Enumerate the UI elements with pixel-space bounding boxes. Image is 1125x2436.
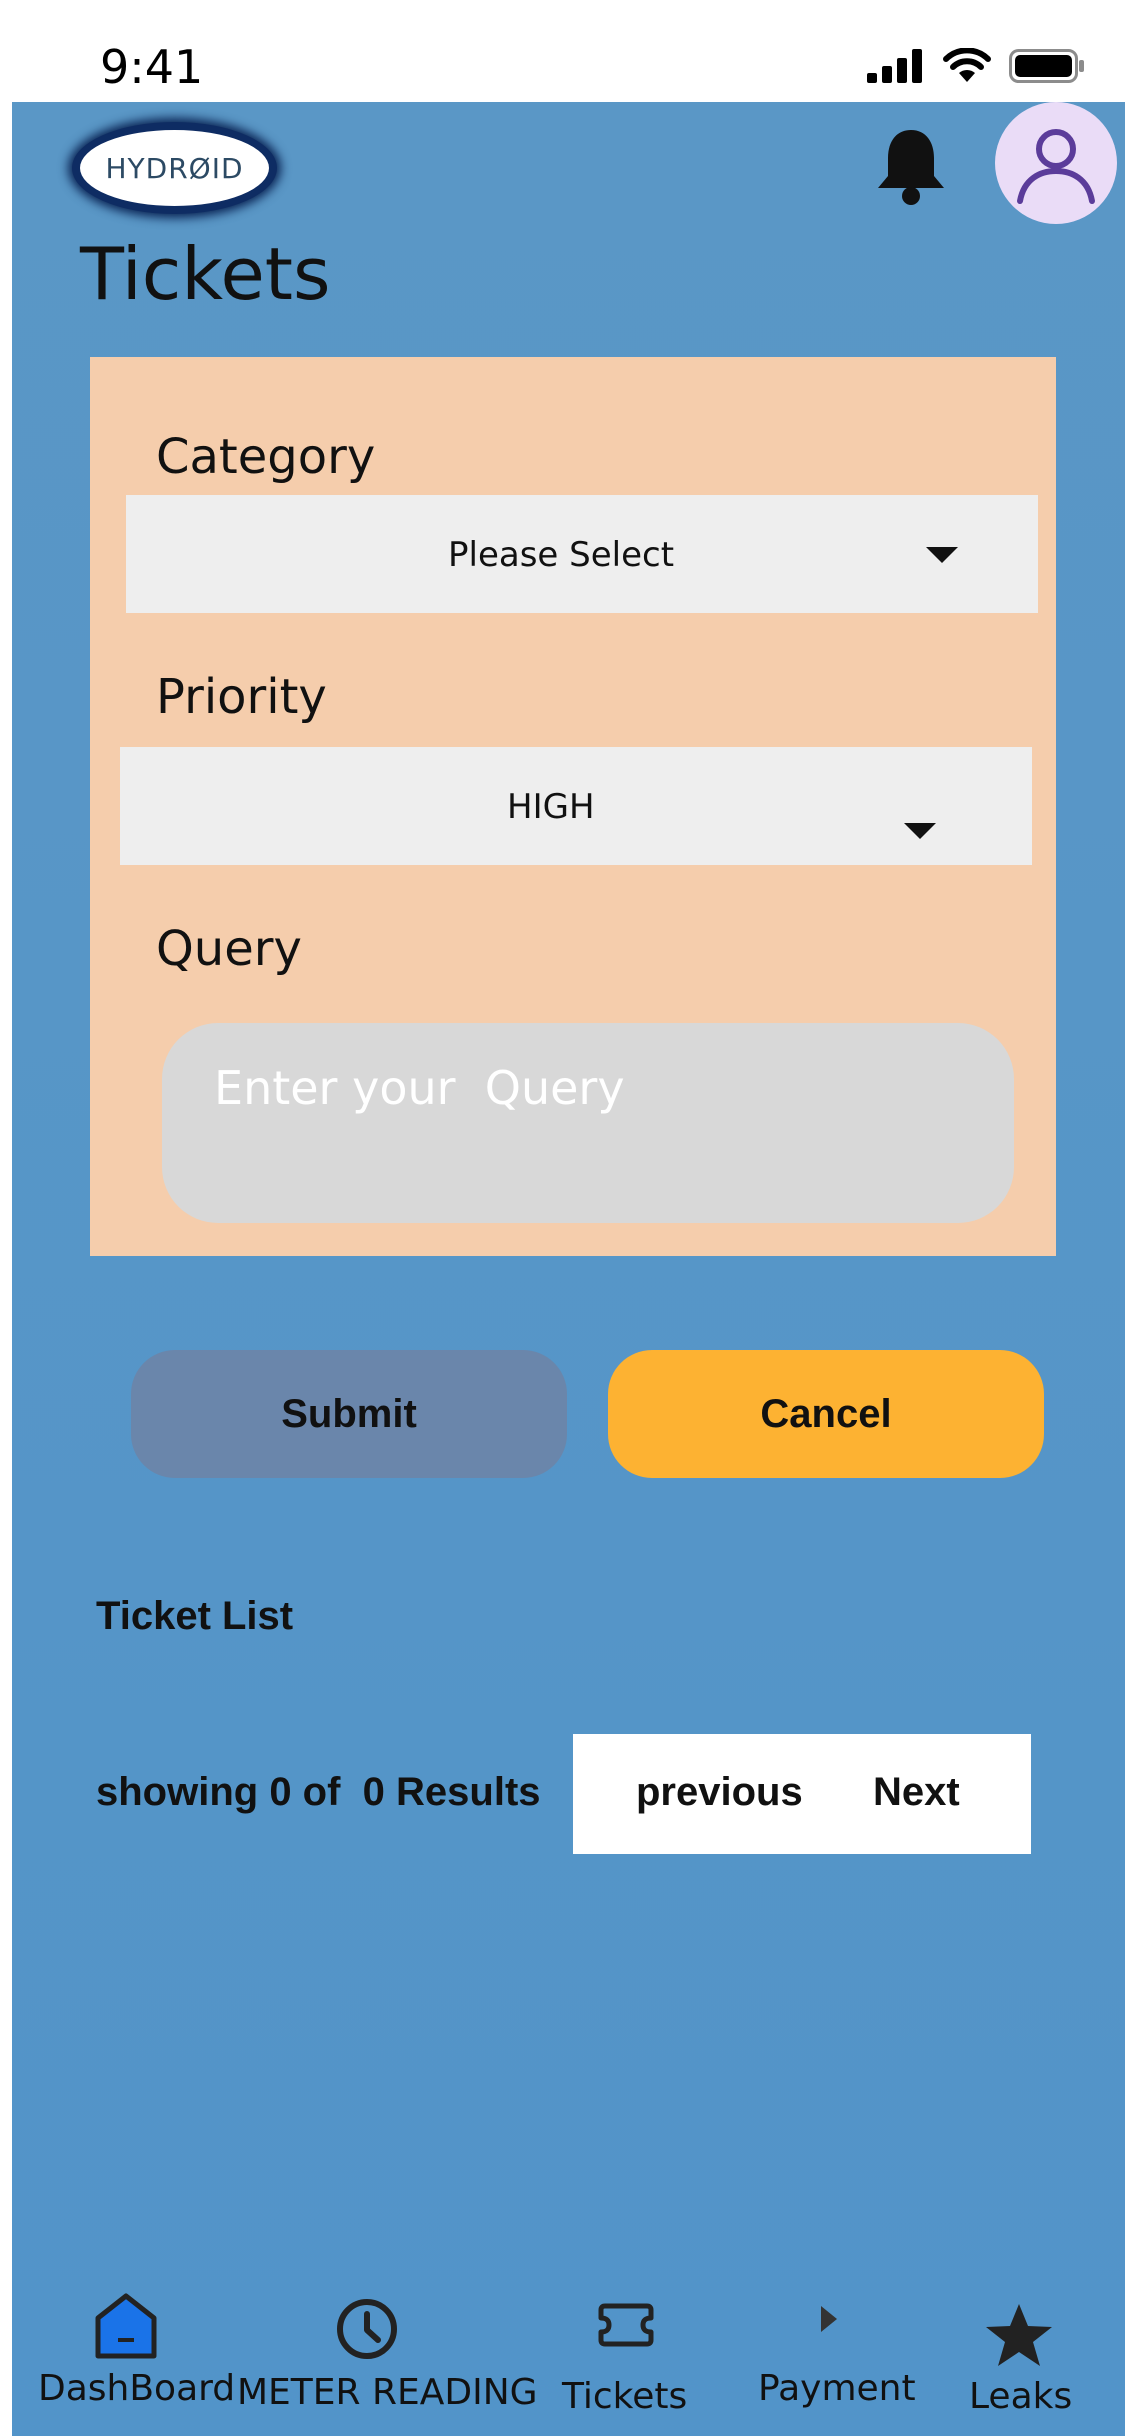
bottom-nav: DashBoard METER READING Tickets Payment … (12, 2280, 1125, 2436)
chevron-down-icon (926, 547, 958, 563)
results-count: showing 0 of 0 Results (96, 1770, 541, 1814)
category-select-value: Please Select (448, 535, 675, 575)
hydroid-logo: HYDRØID (72, 122, 277, 214)
nav-label-dashboard: DashBoard (38, 2368, 236, 2409)
next-button[interactable]: Next (873, 1770, 960, 1815)
user-avatar[interactable] (995, 102, 1117, 224)
status-time: 9:41 (100, 40, 204, 94)
home-icon (95, 2293, 157, 2359)
priority-label: Priority (156, 669, 327, 725)
clock-icon (337, 2299, 397, 2359)
nav-item-leaks[interactable]: Leaks (962, 2280, 1112, 2436)
query-input[interactable] (214, 1061, 974, 1115)
wifi-icon (943, 48, 991, 82)
signal-icon (867, 49, 922, 83)
previous-button[interactable]: previous (636, 1770, 803, 1815)
query-field[interactable] (162, 1023, 1014, 1223)
query-label: Query (156, 921, 302, 977)
battery-icon (1009, 49, 1084, 83)
nav-item-tickets[interactable]: Tickets (552, 2280, 712, 2436)
nav-label-tickets: Tickets (562, 2376, 688, 2417)
priority-select[interactable]: HIGH (120, 747, 1032, 865)
notifications-button[interactable] (868, 124, 954, 210)
ticket-form-card: Category Please Select Priority HIGH Que… (90, 357, 1056, 1256)
status-bar: 9:41 (0, 0, 1125, 102)
status-icons (867, 48, 1085, 84)
page-title: Tickets (80, 232, 331, 316)
priority-select-value: HIGH (507, 787, 595, 827)
chevron-down-icon (904, 823, 936, 839)
category-select[interactable]: Please Select (126, 495, 1038, 613)
submit-button[interactable]: Submit (131, 1350, 567, 1478)
ticket-list-title: Ticket List (96, 1594, 294, 1638)
bell-icon (878, 130, 944, 205)
nav-item-dashboard[interactable]: DashBoard (22, 2280, 242, 2436)
user-icon (1017, 129, 1095, 204)
nav-label-leaks: Leaks (969, 2376, 1073, 2417)
cancel-button[interactable]: Cancel (608, 1350, 1044, 1478)
pagination: previous Next (573, 1734, 1031, 1854)
ticket-icon (598, 2303, 654, 2347)
category-label: Category (156, 429, 376, 485)
nav-label-meter-reading: METER READING (237, 2372, 538, 2413)
nav-item-payment[interactable]: Payment (752, 2280, 932, 2436)
nav-item-meter-reading[interactable]: METER READING (237, 2280, 538, 2436)
nav-label-payment: Payment (758, 2368, 916, 2409)
star-icon (986, 2304, 1052, 2366)
play-icon (821, 2306, 837, 2332)
